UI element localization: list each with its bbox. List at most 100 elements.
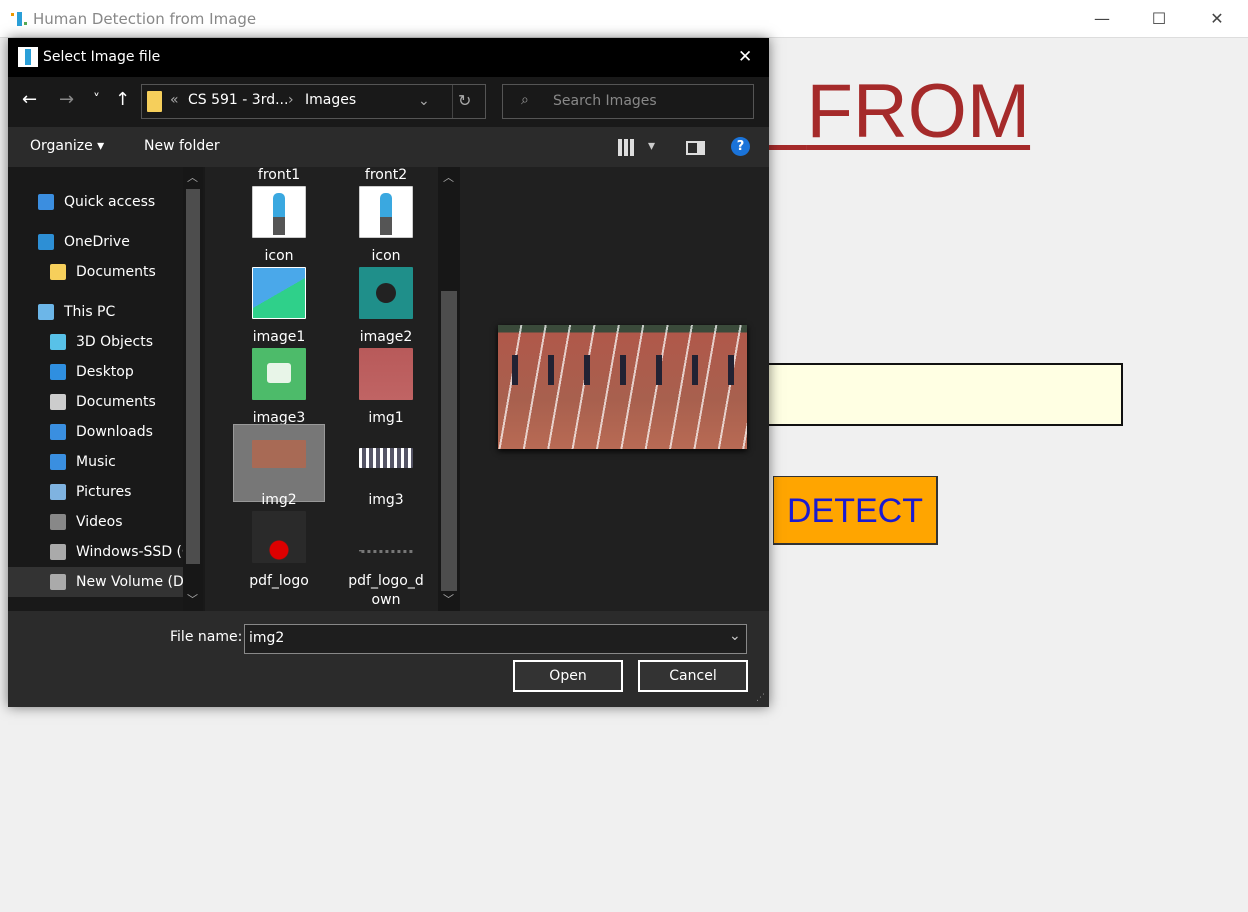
- star-icon: [38, 194, 54, 210]
- drive-icon: [50, 544, 66, 560]
- videos-icon: [50, 514, 66, 530]
- race-photo: [252, 440, 306, 468]
- sidebar-item-label: Desktop: [76, 364, 134, 380]
- preview-pane-icon[interactable]: [686, 141, 705, 155]
- document-icon: [50, 394, 66, 410]
- nav-pane-scrollbar[interactable]: ︿ ﹀: [183, 167, 203, 611]
- organize-button[interactable]: Organize ▾: [30, 138, 104, 154]
- navigation-pane: Quick access OneDrive Documents This PC 3D O…: [8, 167, 205, 611]
- breadcrumb-overflow[interactable]: «: [170, 92, 179, 108]
- file-name-line: pdf_logo_d: [348, 573, 424, 589]
- sidebar-item[interactable]: 3D Objects: [8, 327, 183, 357]
- sidebar-item-label: Videos: [76, 514, 123, 530]
- dialog-footer: File name: img2 ⌄ Open Cancel ⋰: [8, 611, 769, 707]
- app-icon: [10, 10, 28, 28]
- search-placeholder: Search Images: [553, 93, 657, 109]
- sidebar-item-label: Documents: [76, 394, 156, 410]
- people-photo: [359, 448, 413, 468]
- dialog-close-button[interactable]: ✕: [738, 47, 752, 67]
- sidebar-item-label: Downloads: [76, 424, 153, 440]
- file-list: front1 front2 icon icon image1 image2 image3 im…: [205, 167, 438, 611]
- runners-photo: [359, 348, 413, 400]
- sidebar-item[interactable]: New Volume (D:: [8, 567, 183, 597]
- sidebar-item[interactable]: Desktop: [8, 357, 183, 387]
- cube-icon: [50, 334, 66, 350]
- breadcrumb-separator: ›: [288, 92, 294, 108]
- view-dropdown-icon[interactable]: ▾: [648, 138, 655, 154]
- text-image: [359, 545, 413, 553]
- back-button[interactable]: ←: [22, 89, 37, 110]
- address-dropdown-icon[interactable]: ⌄: [418, 93, 430, 109]
- sidebar-item[interactable]: Windows-SSD (C: [8, 537, 183, 567]
- sidebar-item[interactable]: Downloads: [8, 417, 183, 447]
- sidebar-item-label: This PC: [64, 304, 116, 320]
- close-button[interactable]: ✕: [1194, 6, 1240, 32]
- sidebar-item-label: Music: [76, 454, 116, 470]
- music-icon: [50, 454, 66, 470]
- cancel-button[interactable]: Cancel: [638, 660, 748, 692]
- detect-button[interactable]: DETECT: [773, 476, 938, 545]
- person-icon: [252, 186, 306, 238]
- sidebar-item[interactable]: Music: [8, 447, 183, 477]
- address-bar[interactable]: « CS 591 - 3rd... › Images ⌄ ↻: [141, 84, 486, 119]
- divider: [452, 85, 453, 118]
- sidebar-item[interactable]: OneDrive: [8, 227, 183, 257]
- computer-icon: [38, 304, 54, 320]
- folder-icon: [50, 264, 66, 280]
- up-button[interactable]: ↑: [115, 89, 130, 110]
- forward-button[interactable]: →: [59, 89, 74, 110]
- download-icon: [50, 424, 66, 440]
- drive-icon: [50, 574, 66, 590]
- sidebar-item[interactable]: Documents: [8, 387, 183, 417]
- sidebar-item[interactable]: This PC: [8, 297, 183, 327]
- file-name-line: own: [371, 592, 401, 608]
- file-name-label: File name:: [170, 629, 243, 645]
- search-icon: ⌕: [521, 92, 529, 108]
- maximize-button[interactable]: ☐: [1136, 6, 1182, 32]
- dialog-title-bar: Select Image file ✕: [8, 38, 769, 77]
- recent-locations-button[interactable]: ˅: [93, 92, 100, 108]
- file-name-value: img2: [249, 630, 285, 646]
- minimize-button[interactable]: —: [1079, 6, 1125, 32]
- resize-grip[interactable]: ⋰: [756, 693, 765, 703]
- sidebar-item[interactable]: Pictures: [8, 477, 183, 507]
- app-heading: FFROM: [806, 69, 1031, 154]
- file-list-scrollbar[interactable]: ︿ ﹀: [438, 167, 460, 611]
- cloud-icon: [38, 234, 54, 250]
- dialog-toolbar: Organize ▾ New folder ▾ ?: [8, 127, 769, 167]
- view-options-icon[interactable]: [618, 139, 635, 156]
- file-dialog: Select Image file ✕ ← → ˅ ↑ « CS 591 - 3…: [8, 38, 769, 707]
- folder-icon: [147, 91, 162, 112]
- group-icon: [252, 511, 306, 563]
- refresh-button[interactable]: ↻: [458, 91, 471, 110]
- app-title: Human Detection from Image: [33, 10, 257, 28]
- navigation-bar: ← → ˅ ↑ « CS 591 - 3rd... › Images ⌄ ↻ ⌕…: [8, 77, 769, 127]
- dialog-title: Select Image file: [43, 49, 161, 65]
- help-icon[interactable]: ?: [731, 137, 750, 156]
- sidebar-item-label: Windows-SSD (C: [76, 544, 183, 560]
- open-button[interactable]: Open: [513, 660, 623, 692]
- search-input[interactable]: ⌕ Search Images: [502, 84, 754, 119]
- image-preview: [498, 325, 747, 449]
- sidebar-item[interactable]: Quick access: [8, 187, 183, 217]
- breadcrumb-item[interactable]: Images: [305, 92, 356, 108]
- dialog-icon: [18, 47, 38, 67]
- sidebar-item[interactable]: Videos: [8, 507, 183, 537]
- landscape-icon: [252, 267, 306, 319]
- new-folder-button[interactable]: New folder: [144, 138, 220, 154]
- file-name-dropdown-icon[interactable]: ⌄: [729, 628, 741, 644]
- pictures-icon: [50, 484, 66, 500]
- image-path-field[interactable]: [760, 363, 1123, 426]
- sidebar-item-label: New Volume (D:: [76, 574, 183, 590]
- camera-icon: [252, 348, 306, 400]
- app-title-bar: Human Detection from Image — ☐ ✕: [0, 0, 1248, 38]
- sidebar-item[interactable]: Documents: [8, 257, 183, 287]
- video-icon: [359, 267, 413, 319]
- file-name: pdf_logo_down: [336, 572, 436, 610]
- sidebar-item-label: Quick access: [64, 194, 156, 210]
- file-name-input[interactable]: img2 ⌄: [244, 624, 747, 654]
- sidebar-item-label: 3D Objects: [76, 334, 154, 350]
- preview-pane: [460, 167, 769, 611]
- breadcrumb-item[interactable]: CS 591 - 3rd...: [188, 92, 288, 108]
- sidebar-item-label: Pictures: [76, 484, 132, 500]
